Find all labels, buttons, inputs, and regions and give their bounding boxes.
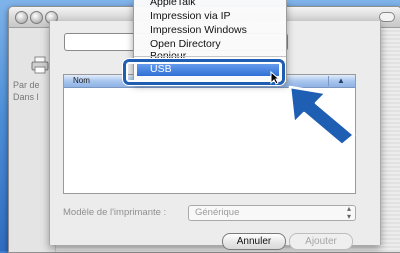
- printer-model-value: Générique: [195, 207, 240, 218]
- printer-model-label: Modèle de l'imprimante :: [63, 207, 167, 218]
- list-label: Dans l: [13, 92, 39, 102]
- printer-model-select[interactable]: Générique ▴ ▾: [188, 205, 356, 221]
- select-arrows-icon: ▴ ▾: [346, 204, 351, 221]
- add-button[interactable]: Ajouter: [289, 233, 353, 250]
- column-header-nom[interactable]: Nom: [73, 75, 90, 87]
- menu-item-windows-printing[interactable]: Impression Windows: [150, 24, 247, 36]
- usb-highlight-ring: [123, 59, 285, 85]
- mouse-cursor-icon: [270, 71, 280, 85]
- minimize-window-button[interactable]: [30, 11, 43, 24]
- toolbar-label: Par de: [13, 80, 40, 90]
- toolbar-toggle-button[interactable]: [379, 12, 395, 22]
- close-window-button[interactable]: [15, 11, 28, 24]
- pointer-arrow-icon: [288, 85, 356, 147]
- cancel-button[interactable]: Annuler: [222, 233, 286, 250]
- menu-item-ip-printing[interactable]: Impression via IP: [150, 10, 231, 22]
- printer-icon[interactable]: [30, 56, 50, 74]
- menu-item-appletalk[interactable]: AppleTalk: [150, 0, 196, 8]
- menu-item-open-directory[interactable]: Open Directory: [150, 38, 221, 50]
- menu-separator: [134, 56, 286, 57]
